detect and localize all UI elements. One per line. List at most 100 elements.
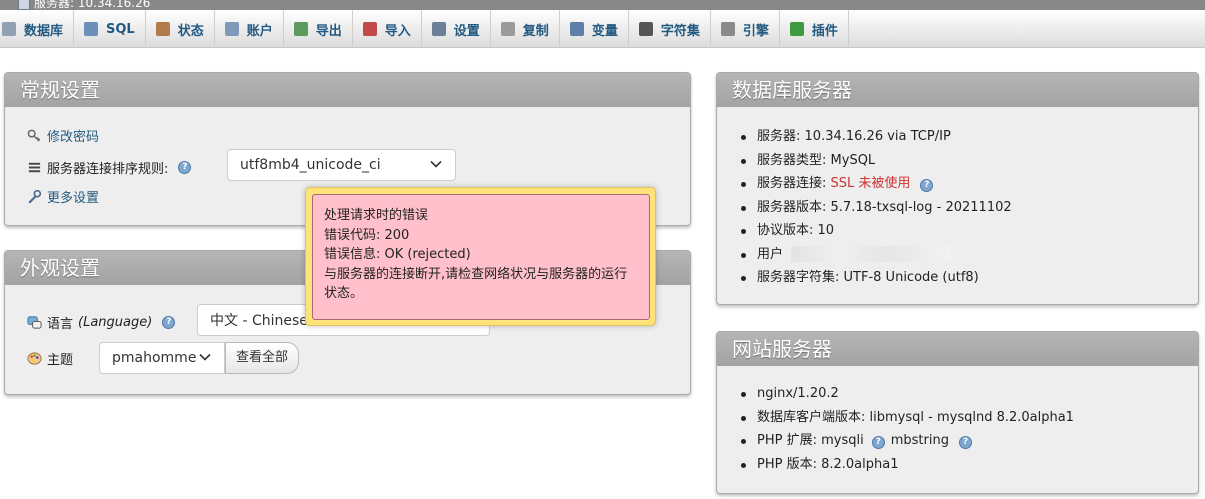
users-icon <box>224 22 239 36</box>
theme-select[interactable]: pmahomme <box>99 342 225 374</box>
tab-variables[interactable]: 变量 <box>560 10 629 48</box>
error-notification[interactable]: 处理请求时的错误 错误代码: 200 错误信息: OK (rejected) 与… <box>305 187 656 326</box>
tab-settings[interactable]: 设置 <box>422 10 491 48</box>
view-all-themes-button[interactable]: 查看全部 <box>225 342 300 374</box>
info-value: nginx/1.20.2 <box>757 386 839 401</box>
info-value: 10.34.16.26 via TCP/IP <box>804 129 951 144</box>
list-item: 服务器字符集: UTF-8 Unicode (utf8) <box>741 266 1012 290</box>
info-value: UTF-8 Unicode (utf8) <box>843 270 979 285</box>
ssl-status: SSL 未被使用 <box>830 176 911 191</box>
redacted-user <box>791 246 952 262</box>
info-value: MySQL <box>830 152 876 168</box>
info-value: 5.7.18-txsql-log - 20211102 <box>830 199 1012 215</box>
error-info: 错误信息: OK (rejected) <box>324 247 471 262</box>
help-icon[interactable]: ? <box>920 179 934 192</box>
server-breadcrumb-text: 服务器: 10.34.16.26 <box>34 0 151 10</box>
more-settings-row: 更多设置 <box>27 187 99 206</box>
theme-label: 主题 <box>47 353 74 368</box>
info-label: PHP 版本: <box>757 456 817 472</box>
info-label: 服务器字符集: <box>757 270 840 285</box>
server-icon <box>18 0 30 10</box>
tab-sql[interactable]: SQL <box>74 10 146 48</box>
language-row: 语言 (Language) ? <box>27 313 176 332</box>
database-server-panel: 数据库服务器 服务器: 10.34.16.26 via TCP/IP 服务器类型… <box>716 72 1199 305</box>
key-icon <box>27 129 41 142</box>
language-hint: (Language) <box>78 315 153 330</box>
info-label: 服务器类型: <box>757 152 827 168</box>
export-icon <box>293 22 308 36</box>
info-label: 服务器版本: <box>757 199 827 215</box>
theme-row: 主题 <box>27 349 73 368</box>
panel-title: 网站服务器 <box>717 332 1198 366</box>
collation-icon <box>28 162 41 173</box>
tab-import[interactable]: 导入 <box>353 10 422 48</box>
list-item: 服务器类型: MySQL <box>741 149 1012 173</box>
tab-export[interactable]: 导出 <box>284 10 353 48</box>
database-icon <box>2 22 16 36</box>
variables-icon <box>569 22 584 36</box>
list-item: nginx/1.20.2 <box>741 382 1074 406</box>
error-description-end: 状态。 <box>324 286 364 301</box>
replication-icon <box>500 22 515 36</box>
chevron-down-icon <box>430 160 442 168</box>
list-item: 服务器版本: 5.7.18-txsql-log - 20211102 <box>741 196 1012 220</box>
info-label: 服务器: <box>757 129 801 144</box>
help-icon[interactable]: ? <box>958 436 972 449</box>
tab-databases[interactable]: 数据库 <box>0 10 75 48</box>
collation-label: 服务器连接排序规则: <box>47 162 169 177</box>
list-item: 用户 <box>741 243 1012 267</box>
info-value: 10 <box>817 223 835 238</box>
info-value: mbstring <box>890 433 949 448</box>
help-icon[interactable]: ? <box>178 161 192 174</box>
info-label: PHP 扩展: <box>757 433 817 448</box>
tab-accounts[interactable]: 账户 <box>215 10 284 48</box>
collation-select[interactable]: utf8mb4_unicode_ci <box>227 149 456 181</box>
list-item: 服务器连接: SSL 未被使用? <box>741 172 1012 196</box>
server-breadcrumb-bar: 服务器: 10.34.16.26 <box>0 0 1205 10</box>
top-menu-tabs: 数据库 SQL 状态 账户 导出 导入 设置 复制 变量 字符集 引擎 插件 <box>0 10 1205 48</box>
theme-value: pmahomme <box>112 350 197 366</box>
web-server-info-list: nginx/1.20.2 数据库客户端版本: libmysql - mysqln… <box>741 382 1074 476</box>
tab-label: 数据库 <box>24 23 64 39</box>
tab-label: 插件 <box>811 23 838 39</box>
help-icon[interactable]: ? <box>162 316 176 329</box>
more-settings-link[interactable]: 更多设置 <box>47 187 99 206</box>
help-icon[interactable]: ? <box>871 436 885 449</box>
tab-status[interactable]: 状态 <box>146 10 215 48</box>
wrench-icon <box>28 189 42 204</box>
server-breadcrumb[interactable]: 服务器: 10.34.16.26 <box>18 0 150 10</box>
change-password-row: 修改密码 <box>27 126 99 145</box>
web-server-panel: 网站服务器 nginx/1.20.2 数据库客户端版本: libmysql - … <box>716 331 1199 494</box>
list-item: 协议版本: 10 <box>741 219 1012 243</box>
info-value: 8.2.0alpha1 <box>821 456 899 472</box>
panel-title: 数据库服务器 <box>717 73 1198 107</box>
error-message-box: 处理请求时的错误 错误代码: 200 错误信息: OK (rejected) 与… <box>312 194 650 320</box>
tab-label: 导出 <box>315 23 342 39</box>
tab-label: 导入 <box>384 23 411 39</box>
tab-charsets[interactable]: 字符集 <box>629 10 711 48</box>
import-icon <box>362 22 377 36</box>
status-icon <box>155 22 170 36</box>
database-server-info-list: 服务器: 10.34.16.26 via TCP/IP 服务器类型: MySQL… <box>741 125 1012 290</box>
error-code: 错误代码: 200 <box>324 227 410 243</box>
change-password-link[interactable]: 修改密码 <box>47 126 99 145</box>
sql-icon <box>84 22 99 36</box>
tab-label: 变量 <box>591 23 618 39</box>
list-item: 服务器: 10.34.16.26 via TCP/IP <box>741 125 1012 149</box>
wrench-icon <box>431 22 446 36</box>
language-value: 中文 - Chinese s <box>210 313 320 329</box>
info-label: 协议版本: <box>757 223 814 238</box>
language-label: 语言 <box>47 317 74 332</box>
error-description: 与服务器的连接断开,请检查网络状况与服务器的运行 <box>324 266 628 282</box>
charset-icon <box>638 22 653 36</box>
info-label: 服务器连接: <box>757 176 827 191</box>
list-item: PHP 扩展: mysqli? mbstring? <box>741 429 1074 453</box>
tab-replication[interactable]: 复制 <box>491 10 560 48</box>
tab-label: 字符集 <box>660 23 700 39</box>
tab-plugins[interactable]: 插件 <box>780 10 849 48</box>
error-title: 处理请求时的错误 <box>324 208 429 223</box>
tab-engines[interactable]: 引擎 <box>711 10 780 48</box>
engine-icon <box>720 22 735 36</box>
panel-title: 常规设置 <box>5 73 690 107</box>
tab-label: 账户 <box>246 23 273 39</box>
